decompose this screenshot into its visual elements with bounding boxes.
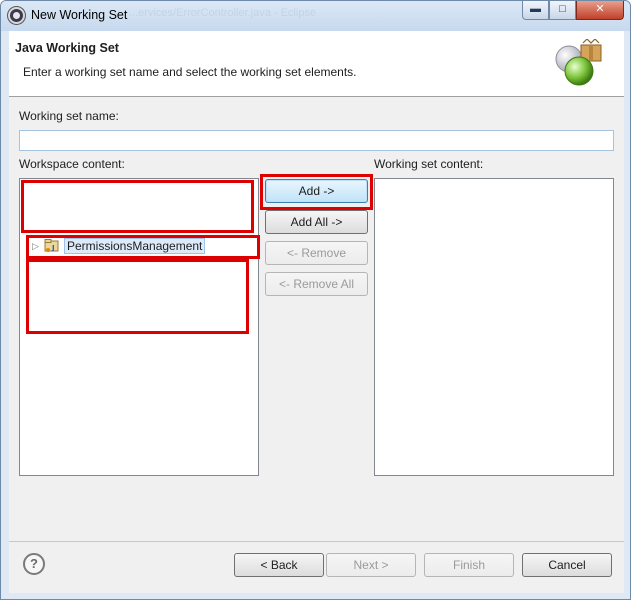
title-bar[interactable]: New Working Set ...ervices/ErrorControll… [1,1,630,31]
working-set-content-list[interactable] [374,178,614,476]
maximize-button[interactable]: □ [549,1,576,20]
wizard-banner: Java Working Set Enter a working set nam… [9,31,624,97]
help-icon[interactable]: ? [23,553,45,575]
next-button[interactable]: Next > [326,553,416,577]
working-set-wizard-icon [555,39,602,86]
java-project-icon: J [44,239,59,252]
working-set-content-label: Working set content: [374,157,484,171]
dialog-content: Java Working Set Enter a working set nam… [9,31,624,593]
new-working-set-dialog: New Working Set ...ervices/ErrorControll… [0,0,631,600]
add-all-button[interactable]: Add All -> [265,210,368,234]
working-set-name-input[interactable] [19,130,614,151]
banner-description: Enter a working set name and select the … [23,65,357,79]
svg-text:J: J [51,244,55,252]
close-button[interactable]: ✕ [576,1,624,20]
tree-item-label: PermissionsManagement [64,238,206,254]
expand-arrow-icon[interactable]: ▷ [32,240,42,252]
background-window-title: ...ervices/ErrorController.java - Eclips… [129,7,317,19]
cancel-button[interactable]: Cancel [522,553,612,577]
remove-all-button[interactable]: <- Remove All [265,272,368,296]
add-button[interactable]: Add -> [265,179,368,203]
window-title: New Working Set [31,8,128,22]
tree-item-permissions-management[interactable]: ▷ J PermissionsManagement [32,238,206,254]
banner-title: Java Working Set [15,41,119,55]
working-set-name-label: Working set name: [19,109,119,123]
minimize-button[interactable]: ▬ [522,1,549,20]
remove-button[interactable]: <- Remove [265,241,368,265]
footer-separator [9,541,624,542]
eclipse-icon [8,7,25,24]
back-button[interactable]: < Back [234,553,324,577]
workspace-content-tree[interactable]: ▷ J PermissionsManagement [19,178,259,476]
finish-button[interactable]: Finish [424,553,514,577]
workspace-content-label: Workspace content: [19,157,125,171]
